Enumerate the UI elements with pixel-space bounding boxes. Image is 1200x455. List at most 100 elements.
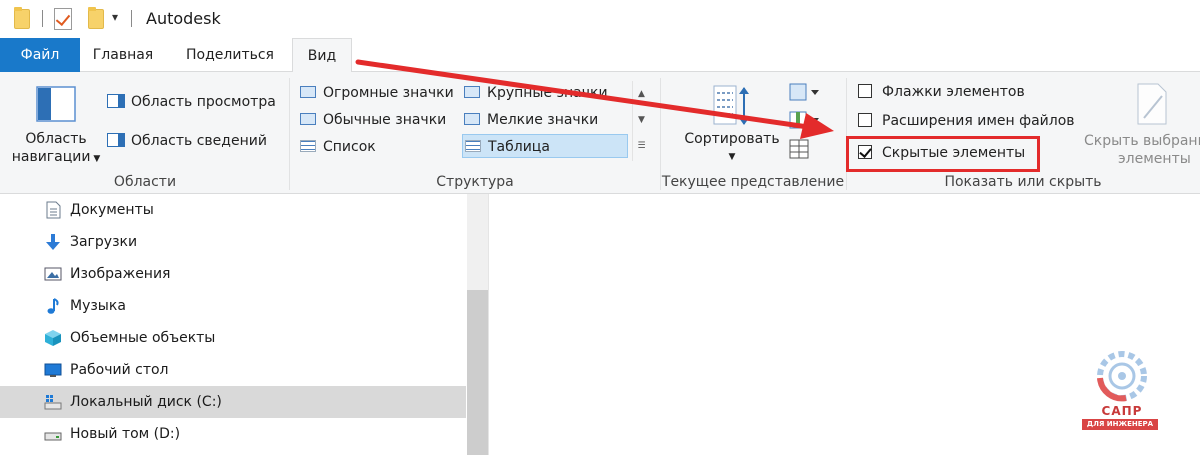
music-icon — [47, 298, 59, 314]
navigation-pane-label-2: навигации — [11, 149, 91, 165]
size-columns-button[interactable] — [788, 138, 814, 162]
chevron-down-icon: ▼ — [90, 154, 101, 164]
downloads-icon — [46, 234, 60, 250]
nav-item-music[interactable]: Музыка — [0, 290, 466, 322]
preview-pane-icon — [107, 94, 125, 108]
nav-item-pictures[interactable]: Изображения — [0, 258, 466, 290]
qat-separator — [42, 10, 43, 27]
nav-scrollbar-thumb[interactable] — [467, 290, 488, 455]
group-by-icon — [789, 83, 819, 101]
item-checkboxes-toggle[interactable]: Флажки элементов — [858, 79, 1025, 105]
layout-item-label: Огромные значки — [323, 85, 454, 101]
nav-item-desktop[interactable]: Рабочий стол — [0, 354, 466, 386]
layout-small-icons[interactable]: Мелкие значки — [464, 108, 598, 132]
layout-gallery: Огромные значки Крупные значки Обычные з… — [296, 81, 630, 161]
navigation-pane-button[interactable]: Область навигации ▼ — [8, 80, 104, 172]
ribbon-panel: Область навигации ▼ Область просмотра Об… — [0, 72, 1200, 194]
local-disk-icon — [44, 395, 62, 410]
nav-item-label: Рабочий стол — [70, 362, 169, 378]
folder-icon[interactable] — [14, 7, 30, 29]
nav-item-label: Объемные объекты — [70, 330, 216, 346]
hide-selected-button[interactable]: Скрыть выбранн элементы — [1080, 80, 1200, 168]
nav-item-label: Документы — [70, 202, 154, 218]
watermark-title: САПР — [1101, 404, 1143, 418]
title-bar: ▾ Autodesk — [0, 0, 1200, 38]
hide-selected-icon — [1137, 83, 1167, 125]
sort-by-button[interactable]: Сортировать ▼ — [680, 80, 784, 164]
item-checkboxes-label: Флажки элементов — [882, 84, 1025, 100]
3d-objects-icon — [45, 330, 61, 346]
ribbon-tabs: Файл Главная Поделиться Вид — [0, 38, 1200, 73]
small-icons-icon — [464, 113, 480, 125]
medium-icons-icon — [300, 113, 316, 125]
layout-item-label: Список — [323, 139, 376, 155]
size-columns-icon — [789, 139, 809, 159]
group-by-button[interactable] — [788, 82, 822, 104]
nav-scrollbar[interactable] — [467, 194, 488, 455]
new-folder-icon[interactable] — [88, 7, 104, 29]
customize-qat-icon[interactable]: ▾ — [112, 10, 118, 24]
extra-large-icons-icon — [300, 86, 316, 98]
item-checkboxes-checkbox[interactable] — [858, 84, 872, 98]
large-icons-icon — [464, 86, 480, 98]
layout-extra-large-icons[interactable]: Огромные значки — [300, 81, 454, 105]
layout-item-label: Крупные значки — [487, 85, 608, 101]
qat-separator — [131, 10, 132, 27]
nav-item-label: Музыка — [70, 298, 126, 314]
nav-item-label: Изображения — [70, 266, 171, 282]
nav-item-local-disk-c[interactable]: Локальный диск (C:) — [0, 386, 466, 418]
details-pane-button[interactable]: Область сведений — [107, 129, 267, 153]
file-extensions-checkbox[interactable] — [858, 113, 872, 127]
preview-pane-button[interactable]: Область просмотра — [107, 90, 276, 114]
gallery-up-icon[interactable]: ▲ — [633, 81, 650, 107]
nav-item-label: Новый том (D:) — [70, 426, 181, 442]
tab-file[interactable]: Файл — [0, 38, 80, 72]
file-extensions-toggle[interactable]: Расширения имен файлов — [858, 108, 1075, 134]
nav-item-label: Локальный диск (C:) — [70, 394, 222, 410]
tab-view[interactable]: Вид — [292, 38, 352, 73]
pictures-icon — [44, 267, 62, 281]
properties-icon[interactable] — [54, 8, 72, 30]
layout-list[interactable]: Список — [300, 135, 376, 159]
drive-icon — [44, 432, 62, 441]
sort-label: Сортировать — [684, 131, 780, 147]
add-columns-button[interactable] — [788, 110, 822, 132]
hide-selected-label-1: Скрыть выбранн — [1084, 133, 1200, 149]
window-title: Autodesk — [146, 9, 221, 28]
navigation-pane: Документы Загрузки Изображения Музыка Об… — [0, 194, 488, 455]
nav-item-downloads[interactable]: Загрузки — [0, 226, 466, 258]
details-pane-label: Область сведений — [131, 133, 267, 149]
nav-item-3d-objects[interactable]: Объемные объекты — [0, 322, 466, 354]
navigation-pane-icon — [36, 86, 76, 122]
gallery-more-icon[interactable]: ☰ — [633, 133, 650, 159]
documents-icon — [46, 201, 61, 219]
chevron-down-icon: ▼ — [728, 152, 736, 162]
details-icon — [465, 140, 481, 152]
group-label-show-hide: Показать или скрыть — [944, 174, 1102, 190]
layout-item-label: Мелкие значки — [487, 112, 599, 128]
nav-item-new-volume-d[interactable]: Новый том (D:) — [0, 418, 466, 450]
layout-medium-icons[interactable]: Обычные значки — [300, 108, 446, 132]
details-pane-icon — [107, 133, 125, 147]
layout-details[interactable]: Таблица — [462, 134, 628, 158]
layout-large-icons[interactable]: Крупные значки — [464, 81, 608, 105]
layout-item-label: Таблица — [488, 139, 550, 155]
annotation-highlight-box — [846, 136, 1040, 172]
group-label-current-view: Текущее представление — [661, 174, 845, 190]
group-label-layout: Структура — [436, 174, 514, 190]
gallery-scroll[interactable]: ▲ ▼ ☰ — [632, 81, 650, 161]
nav-item-documents[interactable]: Документы — [0, 194, 466, 226]
navigation-pane-label-row: навигации ▼ — [8, 148, 104, 168]
sort-icon — [713, 85, 749, 125]
add-columns-icon — [789, 111, 819, 129]
file-extensions-label: Расширения имен файлов — [882, 113, 1075, 129]
tab-home[interactable]: Главная — [80, 38, 166, 72]
watermark-subtitle: ДЛЯ ИНЖЕНЕРА — [1082, 419, 1158, 430]
gallery-down-icon[interactable]: ▼ — [633, 107, 650, 133]
group-label-areas: Области — [113, 174, 177, 190]
desktop-icon — [44, 363, 62, 377]
list-icon — [300, 140, 316, 152]
preview-pane-label: Область просмотра — [131, 94, 276, 110]
hide-selected-label-2: элементы — [1118, 151, 1191, 167]
tab-share[interactable]: Поделиться — [172, 38, 288, 72]
